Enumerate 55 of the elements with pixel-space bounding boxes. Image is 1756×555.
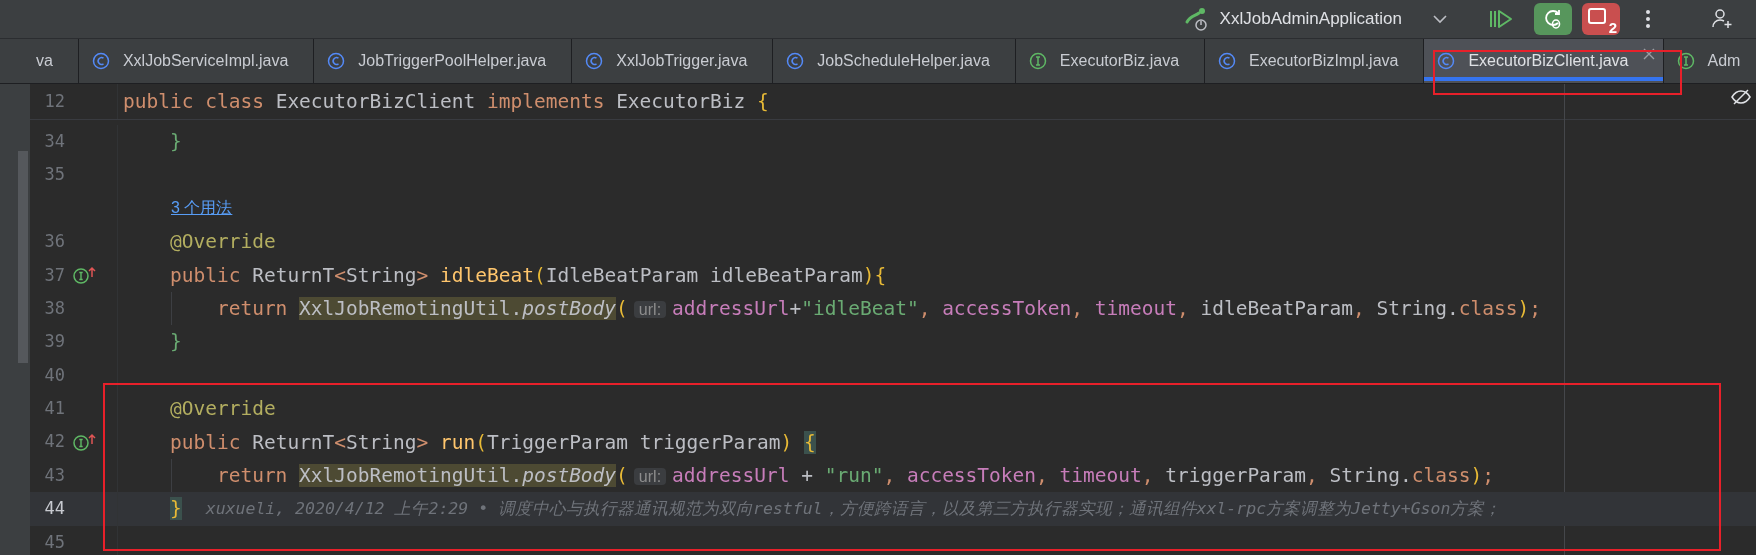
add-user-icon[interactable] xyxy=(1710,7,1734,31)
editor-tab[interactable]: va xyxy=(0,39,79,83)
implements-marker-icon[interactable] xyxy=(72,265,98,286)
class-icon xyxy=(1437,52,1456,70)
line-number: 45 xyxy=(43,530,66,554)
code-line: } xyxy=(168,329,182,356)
class-icon xyxy=(1218,52,1237,70)
run-config-icon xyxy=(1183,6,1210,32)
class-icon xyxy=(327,52,346,70)
code-line: public ReturnT<String> run(TriggerParam triggerParam) { xyxy=(168,429,816,456)
scrollbar-thumb[interactable] xyxy=(18,151,28,363)
editor-tab[interactable]: JobScheduleHelper.java xyxy=(773,39,1016,83)
stop-button[interactable]: 2 xyxy=(1582,3,1620,35)
usages-link[interactable]: 3 个用法 xyxy=(171,199,233,217)
code-line: public ReturnT<String> idleBeat(IdleBeatParam idleBeatParam){ xyxy=(168,262,887,289)
chevron-down-icon xyxy=(1432,14,1448,24)
code-line: public class ExecutorBizClient implements ExecutorBiz { xyxy=(123,89,769,113)
run-configuration-selector[interactable]: XxlJobAdminApplication xyxy=(1183,6,1448,32)
more-options-icon[interactable] xyxy=(1644,8,1652,30)
code-line: } xyxy=(168,129,182,156)
line-number: 37 xyxy=(43,263,66,287)
editor-tab[interactable]: XxlJobTrigger.java xyxy=(572,39,774,83)
debug-button[interactable] xyxy=(1534,3,1572,35)
class-icon xyxy=(786,52,805,70)
editor-tab[interactable]: ExecutorBizClient.java xyxy=(1424,39,1664,83)
line-number: 44 xyxy=(43,497,66,521)
code-line: @Override xyxy=(168,396,276,423)
close-icon[interactable] xyxy=(1642,48,1655,60)
line-number: 36 xyxy=(43,230,66,254)
implements-marker-icon[interactable] xyxy=(72,432,98,453)
editor-tab[interactable]: ExecutorBiz.java xyxy=(1015,39,1206,83)
class-icon xyxy=(91,52,110,70)
line-number: 12 xyxy=(43,89,66,113)
line-number: 39 xyxy=(43,330,66,354)
run-resume-icon[interactable] xyxy=(1488,7,1514,31)
code-line: return XxlJobRemotingUtil.postBody( url: addressUrl + "run", accessToken, timeout, triggerParam, String.class); xyxy=(215,462,1494,489)
stop-icon xyxy=(1587,7,1607,27)
line-number: 41 xyxy=(43,397,66,421)
editor-tab[interactable]: ExecutorBizImpl.java xyxy=(1205,39,1425,83)
reader-mode-icon[interactable] xyxy=(1730,88,1752,106)
editor-tab[interactable]: Adm xyxy=(1663,39,1756,83)
process-count-label: 2 xyxy=(1608,20,1617,35)
code-line: return XxlJobRemotingUtil.postBody( url: addressUrl+"idleBeat", accessToken, timeout, idleBeatParam, String.class); xyxy=(215,296,1541,323)
line-number: 38 xyxy=(43,296,66,320)
line-number: 40 xyxy=(43,363,66,387)
line-number: 43 xyxy=(43,463,66,487)
code-line: @Override xyxy=(168,229,276,256)
class-icon xyxy=(585,52,604,70)
interface-icon xyxy=(1676,52,1695,70)
editor-tab[interactable]: JobTriggerPoolHelper.java xyxy=(314,39,573,83)
line-number: 42 xyxy=(43,430,66,454)
interface-icon xyxy=(1028,52,1047,70)
editor-tab[interactable]: XxlJobServiceImpl.java xyxy=(78,39,315,83)
line-number: 34 xyxy=(43,129,66,153)
line-number: 35 xyxy=(43,163,66,187)
